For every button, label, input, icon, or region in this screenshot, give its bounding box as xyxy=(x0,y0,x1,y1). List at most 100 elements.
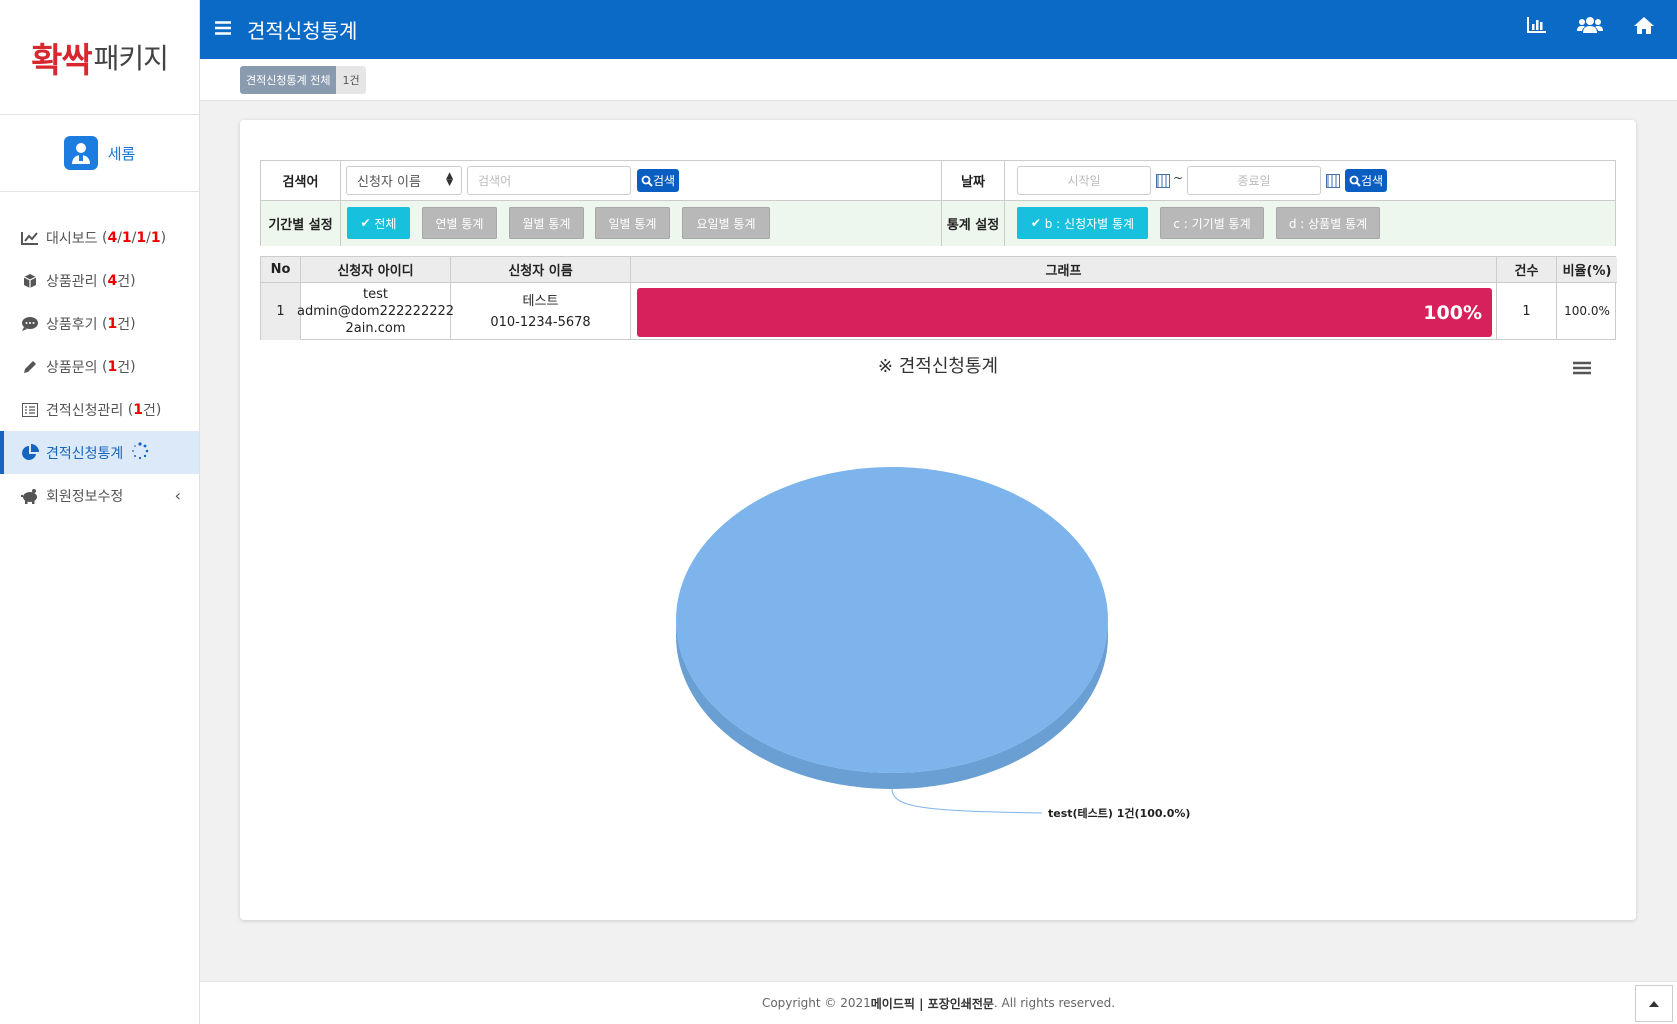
period-label: 기간별 설정 xyxy=(261,201,341,246)
copyright-prefix: Copyright © 2021 xyxy=(761,996,871,1010)
tab-all-statistics[interactable]: 견적신청통계 전체 1건 xyxy=(240,66,366,94)
date-range-separator: ~ xyxy=(1173,171,1184,185)
stat-device-button[interactable]: c : 기기별 통계 xyxy=(1160,207,1264,239)
applicant-id-line: test xyxy=(363,287,388,302)
count-badge: 1 xyxy=(150,229,161,246)
check-icon: ✔ xyxy=(360,216,375,230)
statistics-table: No 신청자 아이디 신청자 이름 그래프 건수 비율(%) 1 test ad… xyxy=(260,256,1617,340)
period-monthly-button[interactable]: 월별 통계 xyxy=(509,207,584,239)
sidebar-item-label: 견적신청관리 xyxy=(46,402,124,419)
count-unit: 건 xyxy=(117,316,131,333)
count-unit: 건 xyxy=(142,402,156,419)
sidebar-item-quote-statistics[interactable]: 견적신청통계 xyxy=(0,431,199,474)
count-unit: 건 xyxy=(117,273,131,290)
count-badge: 4 xyxy=(107,229,118,246)
pie-slice[interactable] xyxy=(676,467,1108,773)
sidebar-item-label: 견적신청통계 xyxy=(46,445,124,462)
sidebar-item-quote-management[interactable]: 견적신청관리 (1 건) xyxy=(0,388,199,431)
pie-chart-icon xyxy=(20,443,40,462)
user-profile[interactable]: 세롬 xyxy=(0,115,199,192)
header-icons xyxy=(1527,16,1655,38)
select-value: 신청자 이름 xyxy=(357,175,421,190)
spinner-icon xyxy=(131,441,149,464)
keyword-search-button[interactable]: 검색 xyxy=(637,169,680,192)
search-field-select[interactable]: 신청자 이름 ▲ ▼ xyxy=(346,166,462,195)
sidebar-item-label: 상품관리 xyxy=(46,273,98,290)
button-label: 월별 통계 xyxy=(522,216,571,231)
end-date-input[interactable]: 종료일 xyxy=(1187,166,1321,195)
applicant-id-cell: test admin@dom222222222 2ain.com xyxy=(297,283,454,340)
calendar-icon[interactable] xyxy=(1326,174,1340,188)
pencil-icon xyxy=(20,358,40,376)
ratio-bar: 100% xyxy=(637,288,1492,337)
pie-slice-label: test(테스트) 1건(100.0%) xyxy=(1048,806,1190,820)
footer: Copyright © 2021 메이드픽 | 포장인쇄전문 . All rig… xyxy=(200,981,1677,1024)
sidebar: 확싹 패키지 세롬 대시보드 (4/1/1/1) 상품관리 (4 건) 상품후기 … xyxy=(0,0,200,1024)
chart-title: ※ 견적신청통계 xyxy=(877,356,999,377)
piggy-bank-icon xyxy=(20,487,40,505)
button-label: c : 기기별 통계 xyxy=(1173,216,1251,231)
scroll-top-button[interactable] xyxy=(1635,985,1673,1022)
chart-menu-icon[interactable] xyxy=(1573,360,1591,379)
logo-gray-text: 패키지 xyxy=(93,42,169,75)
users-icon[interactable] xyxy=(1577,16,1603,38)
applicant-id-line: 2ain.com xyxy=(345,321,406,336)
row-number: 1 xyxy=(261,283,301,340)
column-header: 그래프 xyxy=(631,257,1497,283)
chevron-left-icon[interactable]: ‹ xyxy=(175,486,181,505)
period-all-button[interactable]: ✔ 전체 xyxy=(347,207,410,239)
sidebar-item-label: 회원정보수정 xyxy=(46,488,124,505)
sidebar-menu: 대시보드 (4/1/1/1) 상품관리 (4 건) 상품후기 (1 건) 상품문의 … xyxy=(0,216,199,517)
comment-icon xyxy=(20,315,40,333)
period-weekday-button[interactable]: 요일별 통계 xyxy=(682,207,770,239)
copyright-suffix: . All rights reserved. xyxy=(993,996,1116,1010)
sidebar-item-member-edit[interactable]: 회원정보수정 ‹ xyxy=(0,474,199,517)
applicant-name: 테스트 xyxy=(522,293,559,309)
tab-label: 견적신청통계 전체 xyxy=(240,66,337,94)
search-button-label: 검색 xyxy=(1361,174,1384,188)
sidebar-item-reviews[interactable]: 상품후기 (1 건) xyxy=(0,302,199,345)
stat-label: 통계 설정 xyxy=(941,201,1005,246)
stat-product-button[interactable]: d : 상품별 통계 xyxy=(1276,207,1380,239)
stat-applicant-button[interactable]: ✔ b : 신청자별 통계 xyxy=(1017,207,1148,239)
count-unit: 건 xyxy=(117,359,131,376)
brand-logo[interactable]: 확싹 패키지 xyxy=(0,0,199,115)
period-yearly-button[interactable]: 연별 통계 xyxy=(422,207,497,239)
sidebar-item-inquiries[interactable]: 상품문의 (1 건) xyxy=(0,345,199,388)
sidebar-item-label: 대시보드 xyxy=(46,230,98,247)
count-badge: 1 xyxy=(107,315,118,332)
count-badge: 1 xyxy=(136,229,147,246)
button-label: 요일별 통계 xyxy=(696,216,756,231)
search-row: 검색어 신청자 이름 ▲ ▼ 검색어 검색 날짜 시작일 ~ 종료일 검색 xyxy=(261,161,1615,201)
sidebar-item-dashboard[interactable]: 대시보드 (4/1/1/1) xyxy=(0,216,199,259)
sidebar-item-label: 상품후기 xyxy=(46,316,98,333)
keyword-input[interactable]: 검색어 xyxy=(467,166,631,195)
home-icon[interactable] xyxy=(1633,16,1655,38)
column-header: 건수 xyxy=(1497,257,1557,283)
sidebar-item-products[interactable]: 상품관리 (4 건) xyxy=(0,259,199,302)
start-date-input[interactable]: 시작일 xyxy=(1017,166,1151,195)
period-daily-button[interactable]: 일별 통계 xyxy=(595,207,670,239)
user-avatar-icon xyxy=(63,136,98,170)
search-panel: 검색어 신청자 이름 ▲ ▼ 검색어 검색 날짜 시작일 ~ 종료일 검색 기간별… xyxy=(260,160,1616,246)
list-icon xyxy=(20,401,40,419)
ratio-cell: 100.0% xyxy=(1564,304,1610,318)
caret-up-icon xyxy=(1649,1000,1659,1007)
settings-row: 기간별 설정 ✔ 전체 연별 통계 월별 통계 일별 통계 요일별 통계 통계 … xyxy=(261,201,1615,246)
date-search-button[interactable]: 검색 xyxy=(1345,169,1388,192)
column-header: 신청자 이름 xyxy=(451,257,631,283)
page-title: 견적신청통계 xyxy=(247,19,358,43)
date-label: 날짜 xyxy=(941,161,1005,200)
user-name: 세롬 xyxy=(107,144,136,163)
line-chart-icon xyxy=(20,229,40,247)
tab-count: 1건 xyxy=(336,66,366,94)
count-badge: 1 xyxy=(133,401,143,418)
calendar-icon[interactable] xyxy=(1156,174,1170,188)
button-label: 연별 통계 xyxy=(435,216,484,231)
button-label: 일별 통계 xyxy=(608,216,657,231)
pie-chart: test(테스트) 1건(100.0%) xyxy=(676,467,1190,820)
hamburger-menu-icon[interactable] xyxy=(215,20,231,39)
logo-red-text: 확싹 xyxy=(31,40,93,81)
count-cell: 1 xyxy=(1497,283,1557,340)
bar-chart-icon[interactable] xyxy=(1527,16,1547,38)
